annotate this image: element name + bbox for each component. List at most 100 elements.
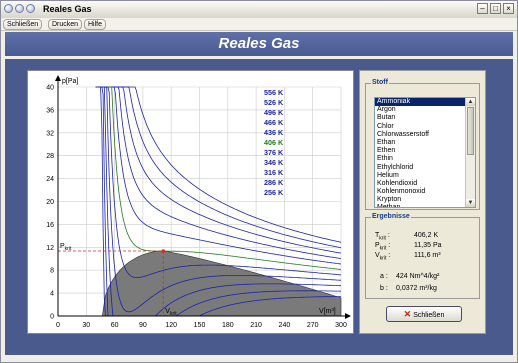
- close-x-icon: ✕: [403, 309, 412, 319]
- scroll-up-icon[interactable]: ▲: [466, 98, 475, 106]
- x-tick-label: 120: [165, 322, 177, 329]
- substance-item[interactable]: Ethen: [375, 147, 475, 155]
- substance-group: Stoff Ammoniak Argon Butan Chlor Chlorwasser…: [365, 79, 480, 210]
- pkrit-label: Pkrit :: [375, 242, 391, 252]
- y-tick-label: 20: [46, 199, 54, 206]
- substance-group-title: Stoff: [371, 79, 389, 86]
- x-tick-label: 150: [194, 322, 206, 329]
- y-tick-label: 40: [46, 85, 54, 92]
- isotherm-466k: [95, 86, 342, 259]
- title-bar: Reales Gas – □ ×: [1, 1, 517, 19]
- substance-item[interactable]: Butan: [375, 114, 475, 122]
- pkrit-axis-label: Pkrit: [60, 243, 72, 252]
- menu-drucken[interactable]: Drucken: [48, 19, 83, 30]
- title-bar-controls: [4, 4, 35, 13]
- critical-point-marker: [161, 249, 166, 253]
- app-icon: [26, 4, 35, 13]
- side-panel: Stoff Ammoniak Argon Butan Chlor Chlorwasser…: [359, 70, 486, 334]
- substance-listbox[interactable]: Ammoniak Argon Butan Chlor Chlorwasserstoff E…: [374, 97, 476, 208]
- pkrit-axis-sub: krit: [65, 246, 72, 252]
- substance-item[interactable]: Argon: [375, 106, 475, 114]
- page-header: Reales Gas: [5, 32, 513, 56]
- pv-diagram: 0 30 60 90 120 150 180 210 240 270 300 0 4 8 12 16 20 24 2…: [27, 70, 354, 334]
- listbox-scrollbar[interactable]: ▲ ▼: [465, 98, 475, 207]
- substance-item[interactable]: Kohlendioxid: [375, 180, 475, 188]
- pv-chart-svg: 0 30 60 90 120 150 180 210 240 270 300 0 4 8 12 16 20 24 2…: [46, 75, 351, 329]
- substance-item[interactable]: Krypton: [375, 196, 475, 204]
- isotherm-label: 406 K: [264, 138, 284, 147]
- y-tick-label: 4: [50, 291, 54, 298]
- close-button[interactable]: ✕ Schließen: [386, 306, 462, 322]
- a-value: 424 Nm^4/kg²: [396, 273, 440, 280]
- substance-item[interactable]: Ethin: [375, 155, 475, 163]
- coexistence-region: [101, 250, 342, 317]
- y-tick-label: 24: [46, 176, 54, 183]
- tkrit-label: Tkrit :: [375, 232, 390, 242]
- close-button-label: Schließen: [413, 312, 445, 319]
- window-title: Reales Gas: [43, 4, 92, 14]
- y-tick-label: 0: [50, 314, 54, 321]
- isotherm-label: 436 K: [264, 128, 284, 137]
- x-tick-label: 30: [82, 322, 90, 329]
- isotherm-label: 286 K: [264, 178, 284, 187]
- back-icon[interactable]: [4, 4, 13, 13]
- x-tick-label: 90: [139, 322, 147, 329]
- menu-hilfe[interactable]: Hilfe: [84, 19, 107, 30]
- x-tick-label: 270: [307, 322, 319, 329]
- b-value: 0,0372 m³/kg: [396, 285, 437, 292]
- substance-item[interactable]: Helium: [375, 172, 475, 180]
- substance-item[interactable]: Kohlenmonoxid: [375, 188, 475, 196]
- isotherm-376k: [95, 86, 342, 278]
- isotherm-label: 556 K: [264, 88, 284, 97]
- substance-item[interactable]: Ethylchlorid: [375, 164, 475, 172]
- isotherm-label: 256 K: [264, 188, 284, 197]
- y-tick-label: 32: [46, 130, 54, 137]
- substance-item[interactable]: Chlor: [375, 123, 475, 131]
- a-label: a :: [380, 273, 388, 280]
- y-axis-arrow-icon: [55, 75, 61, 81]
- y-tick-label: 12: [46, 245, 54, 252]
- isotherm-label: 526 K: [264, 98, 284, 107]
- x-tick-label: 300: [335, 322, 347, 329]
- substance-item[interactable]: Methan: [375, 204, 475, 207]
- x-axis-label: V[m³]: [319, 308, 336, 315]
- maximize-icon[interactable]: □: [490, 3, 501, 14]
- x-tick-label: 180: [222, 322, 234, 329]
- x-tick-label: 210: [250, 322, 262, 329]
- substance-item[interactable]: Chlorwasserstoff: [375, 131, 475, 139]
- tkrit-value: 406,2 K: [414, 232, 439, 239]
- isotherm-406k: [95, 86, 342, 270]
- menu-bar: Schließen Drucken Hilfe: [1, 18, 517, 31]
- window-buttons: – □ ×: [477, 3, 514, 14]
- x-tick-label: 0: [56, 322, 60, 329]
- substance-item[interactable]: Ethan: [375, 139, 475, 147]
- isotherm-label: 346 K: [264, 158, 284, 167]
- isotherm-label: 316 K: [264, 168, 284, 177]
- scroll-down-icon[interactable]: ▼: [466, 199, 475, 207]
- x-axis-arrow-icon: [345, 313, 351, 319]
- vkrit-value: 111,6 m³: [414, 252, 441, 259]
- b-label: b :: [380, 285, 388, 292]
- close-icon[interactable]: ×: [503, 3, 514, 14]
- isotherm-496k: [95, 86, 342, 254]
- x-tick-label: 60: [111, 322, 119, 329]
- x-tick-label: 240: [279, 322, 291, 329]
- minimize-icon[interactable]: –: [477, 3, 488, 14]
- isotherm-label: 496 K: [264, 108, 284, 117]
- vkrit-label: Vkrit :: [375, 252, 391, 262]
- y-tick-label: 36: [46, 107, 54, 114]
- vkrit-axis-sub: krit: [170, 311, 177, 317]
- menu-schliessen[interactable]: Schließen: [3, 19, 43, 30]
- substance-item[interactable]: Ammoniak: [375, 98, 475, 107]
- page-title: Reales Gas: [218, 35, 300, 52]
- y-axis-label: p[Pa]: [62, 78, 78, 85]
- results-group-title: Ergebnisse: [371, 213, 411, 220]
- isotherm-526k: [95, 86, 342, 249]
- isotherm-label: 376 K: [264, 148, 284, 157]
- isotherm-label: 466 K: [264, 118, 284, 127]
- forward-icon[interactable]: [15, 4, 24, 13]
- scroll-thumb[interactable]: [467, 107, 474, 155]
- pkrit-value: 11,35 Pa: [414, 242, 442, 249]
- y-tick-label: 8: [50, 268, 54, 275]
- results-group: Ergebnisse Tkrit : 406,2 K Pkrit : 11,35…: [365, 213, 480, 299]
